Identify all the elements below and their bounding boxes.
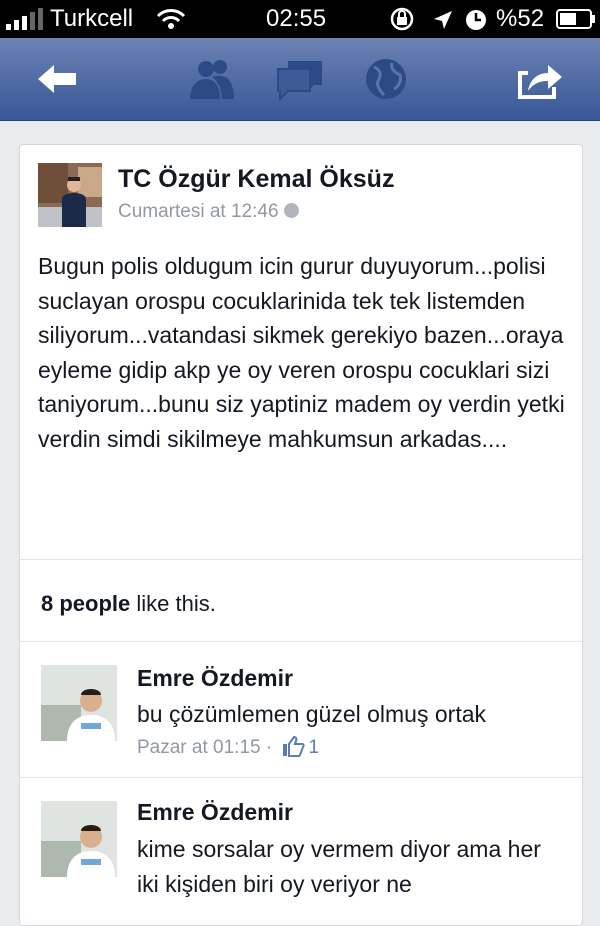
post-card: TC Özgür Kemal Öksüz Cumartesi at 12:46 … <box>19 144 583 926</box>
notifications-globe-icon[interactable] <box>360 55 412 103</box>
likes-summary[interactable]: 8 people like this. <box>41 591 216 617</box>
comment-avatar[interactable] <box>41 801 117 877</box>
divider <box>20 641 582 642</box>
carrier-name: Turkcell <box>50 5 134 32</box>
wifi-icon <box>156 9 186 29</box>
alarm-clock-icon <box>466 10 486 30</box>
clock-time: 02:55 <box>266 5 327 32</box>
post-timestamp[interactable]: Cumartesi at 12:46 <box>118 201 299 223</box>
commenter-avatar-photo <box>41 801 117 877</box>
meta-separator: · <box>265 737 273 758</box>
facebook-nav-bar <box>0 38 600 121</box>
messages-icon[interactable] <box>274 55 326 103</box>
comment-like-count: 1 <box>308 737 320 758</box>
divider <box>20 777 582 778</box>
author-avatar-photo <box>38 163 102 227</box>
location-arrow-icon <box>434 11 452 29</box>
comment-text: kime sorsalar oy vermem diyor ama her ik… <box>137 836 541 897</box>
public-globe-icon <box>283 203 299 218</box>
signal-strength-icon <box>6 8 44 30</box>
post-body-text: Bugun polis oldugum icin gurur duyuyorum… <box>38 253 565 452</box>
comment-author-name[interactable]: Emre Özdemir <box>137 799 293 826</box>
likes-text: like this. <box>130 591 216 616</box>
comment-meta: Pazar at 01:15 · 1 <box>137 735 319 759</box>
status-bar: Turkcell 02:55 %52 <box>0 0 600 38</box>
share-icon[interactable] <box>512 55 564 103</box>
comment-author-name[interactable]: Emre Özdemir <box>137 665 293 692</box>
battery-percentage: %52 <box>496 5 545 32</box>
friend-requests-icon[interactable] <box>186 55 238 103</box>
comment-text: bu çözümlemen güzel olmuş ortak <box>137 701 486 727</box>
comment-avatar[interactable] <box>41 665 117 741</box>
comment-timestamp[interactable]: Pazar at 01:15 <box>137 737 261 758</box>
commenter-avatar-photo <box>41 665 117 741</box>
battery-icon <box>556 9 595 29</box>
post-timestamp-text: Cumartesi at 12:46 <box>118 201 279 222</box>
likes-count: 8 people <box>41 591 131 616</box>
author-avatar[interactable] <box>38 163 102 227</box>
thumbs-up-icon[interactable] <box>281 735 306 757</box>
post-author-name[interactable]: TC Özgür Kemal Öksüz <box>118 165 394 194</box>
rotation-lock-icon <box>390 7 414 31</box>
back-arrow-icon[interactable] <box>32 55 84 103</box>
divider <box>20 559 582 560</box>
